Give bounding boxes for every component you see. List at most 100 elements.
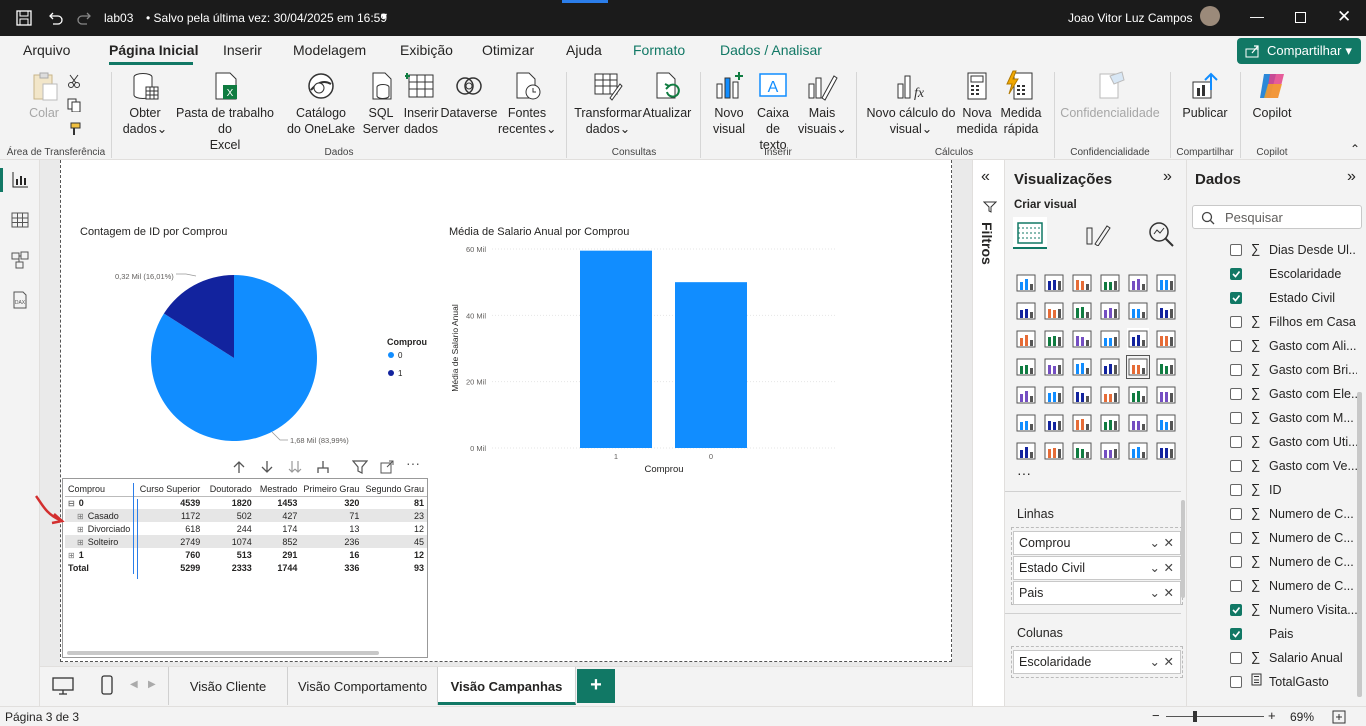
zoom-slider-thumb[interactable]	[1193, 711, 1197, 722]
visual-type-icon[interactable]	[1015, 356, 1037, 378]
visual-type-icon[interactable]	[1155, 300, 1177, 322]
field-checkbox[interactable]	[1230, 580, 1242, 592]
zoom-out-icon[interactable]: −	[1152, 708, 1160, 723]
field-item[interactable]: Pais	[1187, 622, 1357, 646]
visual-type-icon[interactable]	[1155, 384, 1177, 406]
remove-field-icon[interactable]: ✕	[1164, 560, 1174, 575]
expand-icon[interactable]: ⊞	[77, 512, 84, 521]
filters-label[interactable]: Filtros	[979, 222, 995, 265]
tab-modelagem[interactable]: Modelagem	[293, 42, 366, 58]
field-checkbox[interactable]	[1230, 364, 1242, 376]
enter-data-button[interactable]: Inserir dados	[400, 70, 442, 137]
visual-type-icon[interactable]	[1127, 384, 1149, 406]
refresh-button[interactable]: Atualizar	[640, 70, 694, 121]
field-item[interactable]: ∑ Salario Anual	[1187, 646, 1357, 670]
zoom-in-icon[interactable]: +	[1268, 708, 1276, 723]
drill-down-icon[interactable]	[260, 460, 274, 474]
chevron-down-icon[interactable]: ⌄	[1150, 560, 1160, 575]
matrix-row-header[interactable]: ⊞ Solteiro	[65, 535, 135, 548]
desktop-layout-icon[interactable]	[52, 677, 74, 695]
collapse-ribbon-icon[interactable]: ⌃	[1350, 142, 1360, 156]
visual-type-icon[interactable]	[1071, 440, 1093, 462]
columns-field-escolaridade[interactable]: Escolaridade ⌄ ✕	[1013, 650, 1181, 674]
chevron-down-icon[interactable]: ⌄	[1150, 585, 1160, 600]
more-visuals-icon[interactable]: ···	[1017, 465, 1031, 481]
dax-query-view-icon[interactable]: DAX	[10, 290, 30, 310]
bar-chart[interactable]: 60 Mil 40 Mil 20 Mil 0 Mil 1 0 Comprou Média de…	[444, 240, 844, 480]
field-item[interactable]: ∑ Gasto com M...	[1187, 406, 1357, 430]
visual-type-icon[interactable]	[1043, 272, 1065, 294]
publish-button[interactable]: Publicar	[1176, 70, 1234, 121]
new-visual-button[interactable]: Novo visual	[708, 70, 750, 137]
field-item[interactable]: ∑ Gasto com Bri...	[1187, 358, 1357, 382]
field-item[interactable]: ∑ Filhos em Casa	[1187, 310, 1357, 334]
analytics-icon[interactable]	[1147, 220, 1175, 248]
matrix-header[interactable]: Doutorado	[203, 483, 254, 496]
visual-type-icon[interactable]	[1015, 440, 1037, 462]
remove-field-icon[interactable]: ✕	[1164, 535, 1174, 550]
visual-type-icon[interactable]	[1071, 384, 1093, 406]
remove-field-icon[interactable]: ✕	[1164, 585, 1174, 600]
field-checkbox[interactable]	[1230, 412, 1242, 424]
close-icon[interactable]: ✕	[1337, 7, 1351, 27]
copilot-button[interactable]: Copilot	[1248, 70, 1296, 121]
get-data-button[interactable]: Obter dados⌄	[118, 70, 172, 137]
tab-formato[interactable]: Formato	[633, 42, 685, 58]
rows-field-comprou[interactable]: Comprou ⌄ ✕	[1013, 531, 1181, 555]
visual-type-icon[interactable]	[1015, 328, 1037, 350]
visual-type-icon[interactable]	[1127, 328, 1149, 350]
expand-icon[interactable]: ⊞	[77, 538, 84, 547]
redo-icon[interactable]	[77, 10, 93, 26]
field-checkbox[interactable]	[1230, 460, 1242, 472]
paste-button[interactable]: Colar	[24, 70, 64, 121]
tab-arquivo[interactable]: Arquivo	[23, 42, 70, 58]
visual-type-icon[interactable]	[1155, 412, 1177, 434]
matrix-header[interactable]: Comprou	[65, 483, 135, 496]
field-item[interactable]: TotalGasto	[1187, 670, 1357, 694]
collapse-data-pane-icon[interactable]: »	[1347, 168, 1356, 186]
field-checkbox[interactable]	[1230, 556, 1242, 568]
tab-inserir[interactable]: Inserir	[223, 42, 262, 58]
visual-type-icon[interactable]	[1043, 384, 1065, 406]
page-tab-visao-campanhas[interactable]: Visão Campanhas	[438, 667, 576, 705]
share-button[interactable]: Compartilhar ▾	[1237, 38, 1361, 64]
pie-legend-item-1[interactable]: 1	[388, 369, 402, 378]
visual-type-icon[interactable]	[1155, 440, 1177, 462]
format-visual-icon[interactable]	[1085, 222, 1111, 246]
visual-type-icon[interactable]	[1126, 355, 1150, 379]
format-painter-icon[interactable]	[67, 122, 81, 136]
field-item[interactable]: ∑ Numero de C...	[1187, 574, 1357, 598]
field-checkbox[interactable]	[1230, 268, 1242, 280]
next-level-icon[interactable]	[288, 460, 302, 474]
visual-type-icon[interactable]	[1099, 412, 1121, 434]
field-checkbox[interactable]	[1230, 292, 1242, 304]
data-pane-scrollbar[interactable]	[1357, 392, 1362, 697]
viz-pane-scrollbar[interactable]	[1181, 500, 1185, 598]
matrix-row-header[interactable]: ⊞ Divorciado	[65, 522, 135, 535]
matrix-row-header[interactable]: ⊟ 0	[65, 496, 135, 509]
field-item[interactable]: ∑ Gasto com Ali...	[1187, 334, 1357, 358]
chevron-down-icon[interactable]: ▾	[381, 9, 387, 23]
visual-type-icon[interactable]	[1099, 356, 1121, 378]
add-page-button[interactable]: +	[577, 669, 615, 703]
tab-otimizar[interactable]: Otimizar	[482, 42, 534, 58]
search-box[interactable]: Pesquisar	[1192, 205, 1362, 229]
field-item[interactable]: ∑ Numero Visita...	[1187, 598, 1357, 622]
drill-up-icon[interactable]	[232, 460, 246, 474]
tab-exibicao[interactable]: Exibição	[400, 42, 453, 58]
text-box-button[interactable]: A Caixa de texto	[750, 70, 796, 153]
save-status[interactable]: • Salvo pela última vez: 30/04/2025 em 1…	[146, 11, 387, 25]
field-item[interactable]: ∑ Dias Desde Ul...	[1187, 238, 1357, 262]
recent-sources-button[interactable]: Fontes recentes⌄	[498, 70, 556, 137]
matrix-row-header[interactable]: ⊞ 1	[65, 548, 135, 561]
field-checkbox[interactable]	[1230, 316, 1242, 328]
rows-field-estado-civil[interactable]: Estado Civil ⌄ ✕	[1013, 556, 1181, 580]
dataverse-button[interactable]: Dataverse	[440, 70, 498, 121]
expand-filters-icon[interactable]: «	[981, 168, 990, 186]
tab-dados-analisar[interactable]: Dados / Analisar	[720, 42, 822, 58]
model-view-icon[interactable]	[10, 250, 30, 270]
tab-pagina-inicial[interactable]: Página Inicial	[109, 42, 198, 58]
matrix-header[interactable]: Curso Superior	[134, 483, 204, 496]
expand-icon[interactable]: ⊞	[68, 551, 75, 560]
visual-type-icon[interactable]	[1071, 412, 1093, 434]
